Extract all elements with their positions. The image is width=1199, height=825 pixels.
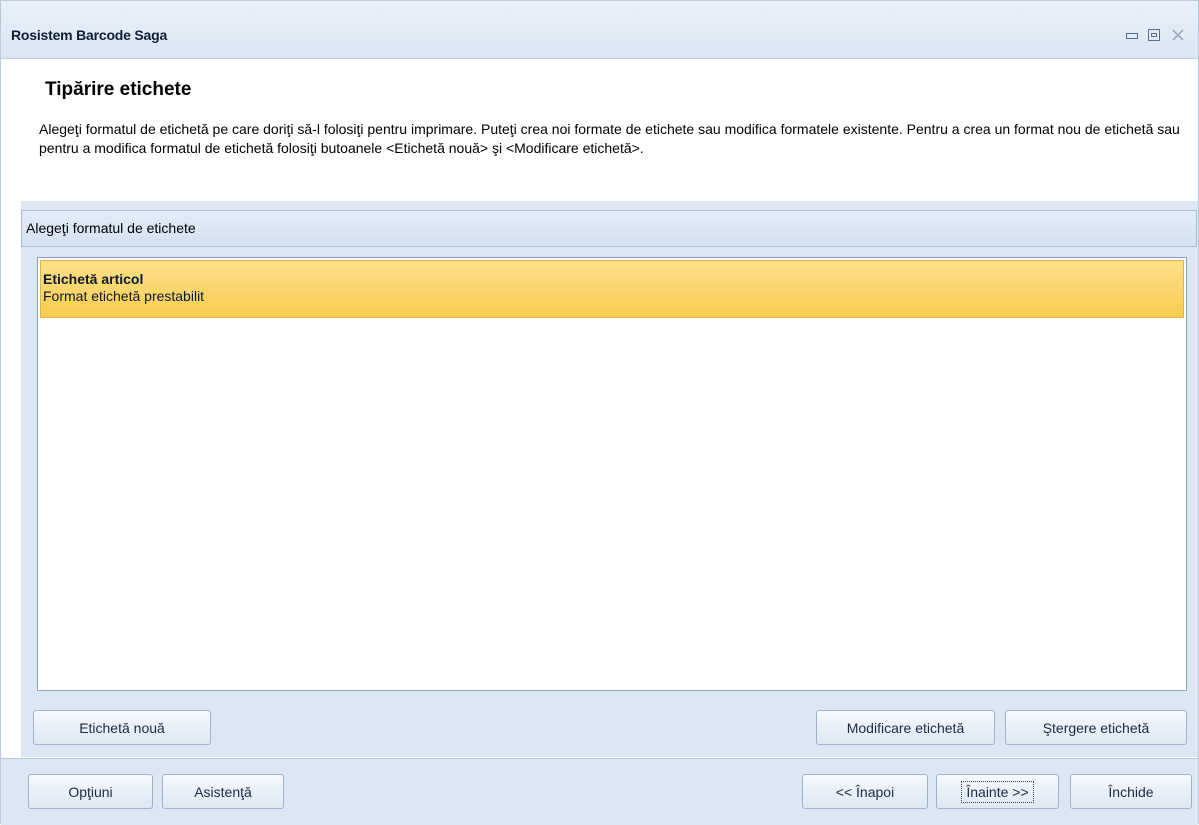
- options-button[interactable]: Opţiuni: [28, 774, 153, 809]
- help-button-label: Asistenţă: [194, 783, 252, 800]
- title-bar: Rosistem Barcode Saga: [1, 1, 1198, 59]
- minimize-icon[interactable]: [1122, 27, 1142, 43]
- back-button[interactable]: << Înapoi: [802, 774, 928, 809]
- footer-bar: Opţiuni Asistenţă << Înapoi Înainte >> Î…: [1, 758, 1198, 825]
- label-format-list[interactable]: Etichetă articol Format etichetă prestab…: [37, 257, 1187, 691]
- page-title: Tipărire etichete: [45, 79, 192, 100]
- list-item[interactable]: Etichetă articol Format etichetă prestab…: [40, 260, 1184, 318]
- page-description: Alegeţi formatul de etichetă pe care dor…: [39, 121, 1180, 156]
- help-button[interactable]: Asistenţă: [162, 774, 284, 809]
- options-button-label: Opţiuni: [68, 783, 113, 800]
- label-format-panel: Alegeţi formatul de etichete Etichetă ar…: [21, 201, 1198, 757]
- page-header: Tipărire etichete Alegeţi formatul de et…: [1, 59, 1198, 199]
- close-button[interactable]: Închide: [1070, 774, 1192, 809]
- new-label-button[interactable]: Etichetă nouă: [33, 710, 211, 745]
- window-title: Rosistem Barcode Saga: [11, 27, 168, 43]
- modify-label-button-label: Modificare etichetă: [846, 719, 965, 736]
- next-button[interactable]: Înainte >>: [936, 774, 1059, 809]
- app-window: Rosistem Barcode Saga Tipărire etichete …: [0, 0, 1199, 825]
- delete-label-button[interactable]: Ştergere etichetă: [1005, 710, 1187, 745]
- next-button-label: Înainte >>: [961, 780, 1034, 803]
- modify-label-button[interactable]: Modificare etichetă: [816, 710, 995, 745]
- group-header: Alegeţi formatul de etichete: [21, 210, 1197, 247]
- close-icon[interactable]: [1168, 27, 1188, 43]
- close-button-label: Închide: [1108, 783, 1154, 800]
- list-item-title: Etichetă articol: [43, 271, 144, 287]
- delete-label-button-label: Ştergere etichetă: [1042, 719, 1150, 736]
- list-item-description: Format etichetă prestabilit: [43, 288, 205, 304]
- back-button-label: << Înapoi: [835, 783, 895, 800]
- new-label-button-label: Etichetă nouă: [79, 719, 165, 736]
- maximize-icon[interactable]: [1144, 27, 1164, 43]
